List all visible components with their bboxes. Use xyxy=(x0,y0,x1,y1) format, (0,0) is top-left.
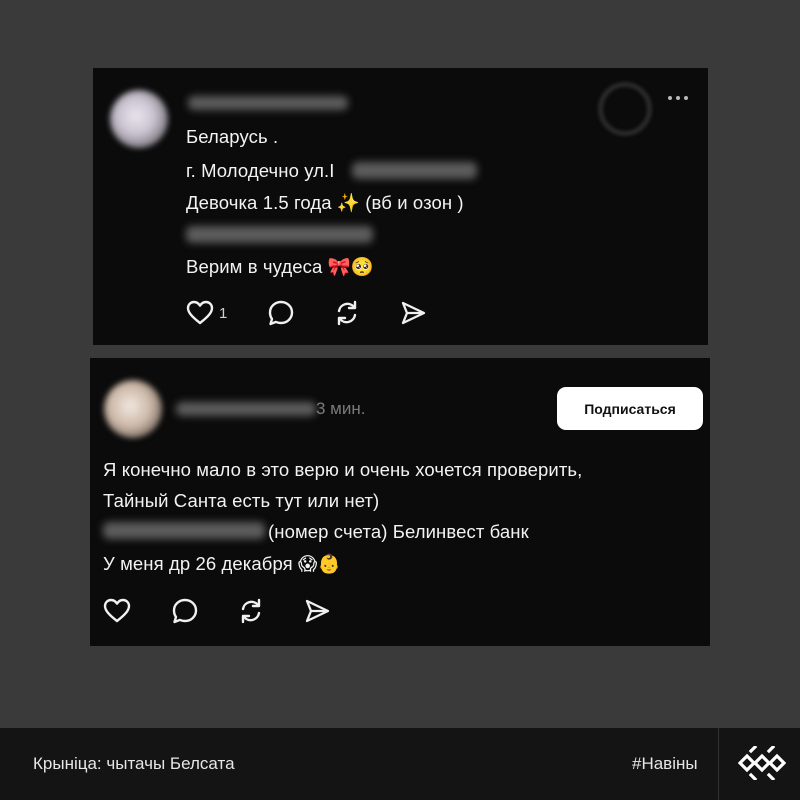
post-text-line: Беларусь . xyxy=(186,126,279,147)
avatar[interactable] xyxy=(104,380,162,438)
share-icon[interactable] xyxy=(399,299,427,327)
share-icon[interactable] xyxy=(303,597,331,625)
avatar[interactable] xyxy=(110,90,168,148)
sparkles-emoji: ✨ xyxy=(336,193,361,214)
repost-icon[interactable] xyxy=(237,597,265,625)
street-name-blurred xyxy=(352,162,477,179)
source-credit: Крыніца: чытачы Белсата xyxy=(33,754,235,773)
footer-bar: Крыніца: чытачы Белсата #Навіны xyxy=(0,728,800,800)
post-text-line: Тайный Санта есть тут или нет) xyxy=(103,490,380,511)
post-text-line: (номер счета) Белинвест банк xyxy=(268,521,529,542)
post-actions xyxy=(103,597,331,625)
post-text-line: Девочка 1.5 года ✨ (вб и озон ) xyxy=(186,192,464,214)
post-text-line: У меня др 26 декабря 😱👶 xyxy=(103,553,341,575)
face-screaming-emoji: 😱 xyxy=(298,554,318,575)
heart-icon[interactable] xyxy=(186,300,214,326)
phone-number-blurred xyxy=(186,226,373,243)
post-time: 3 мин. xyxy=(316,399,366,418)
heart-icon[interactable] xyxy=(103,598,131,624)
hashtag-link[interactable]: #Навіны xyxy=(632,754,698,774)
comment-icon[interactable] xyxy=(171,597,199,625)
post-actions: 1 xyxy=(186,299,427,327)
comment-icon[interactable] xyxy=(267,299,295,327)
repost-icon[interactable] xyxy=(333,299,361,327)
post-text-line: г. Молодечно ул.I xyxy=(186,160,335,181)
post-text-line: Я конечно мало в это верю и очень хочетс… xyxy=(103,459,583,480)
username-blurred[interactable] xyxy=(188,96,348,110)
account-number-blurred xyxy=(103,522,265,539)
follow-button[interactable]: Подписаться xyxy=(557,387,703,430)
like-count: 1 xyxy=(219,304,228,322)
post-card-1: Беларусь . г. Молодечно ул.I Девочка 1.5… xyxy=(93,68,708,345)
baby-emoji: 👶 xyxy=(317,554,341,575)
pleading-face-emoji: 🥺 xyxy=(350,257,374,278)
username-blurred[interactable] xyxy=(176,402,316,416)
story-ring xyxy=(598,82,652,136)
bow-emoji: 🎀 xyxy=(327,257,351,278)
belsat-logo xyxy=(737,744,787,785)
more-icon[interactable] xyxy=(668,96,688,100)
footer-divider xyxy=(718,728,719,800)
post-card-2: 3 мин. Подписаться Я конечно мало в это … xyxy=(90,358,710,646)
post-text-line: Верим в чудеса 🎀🥺 xyxy=(186,256,374,278)
